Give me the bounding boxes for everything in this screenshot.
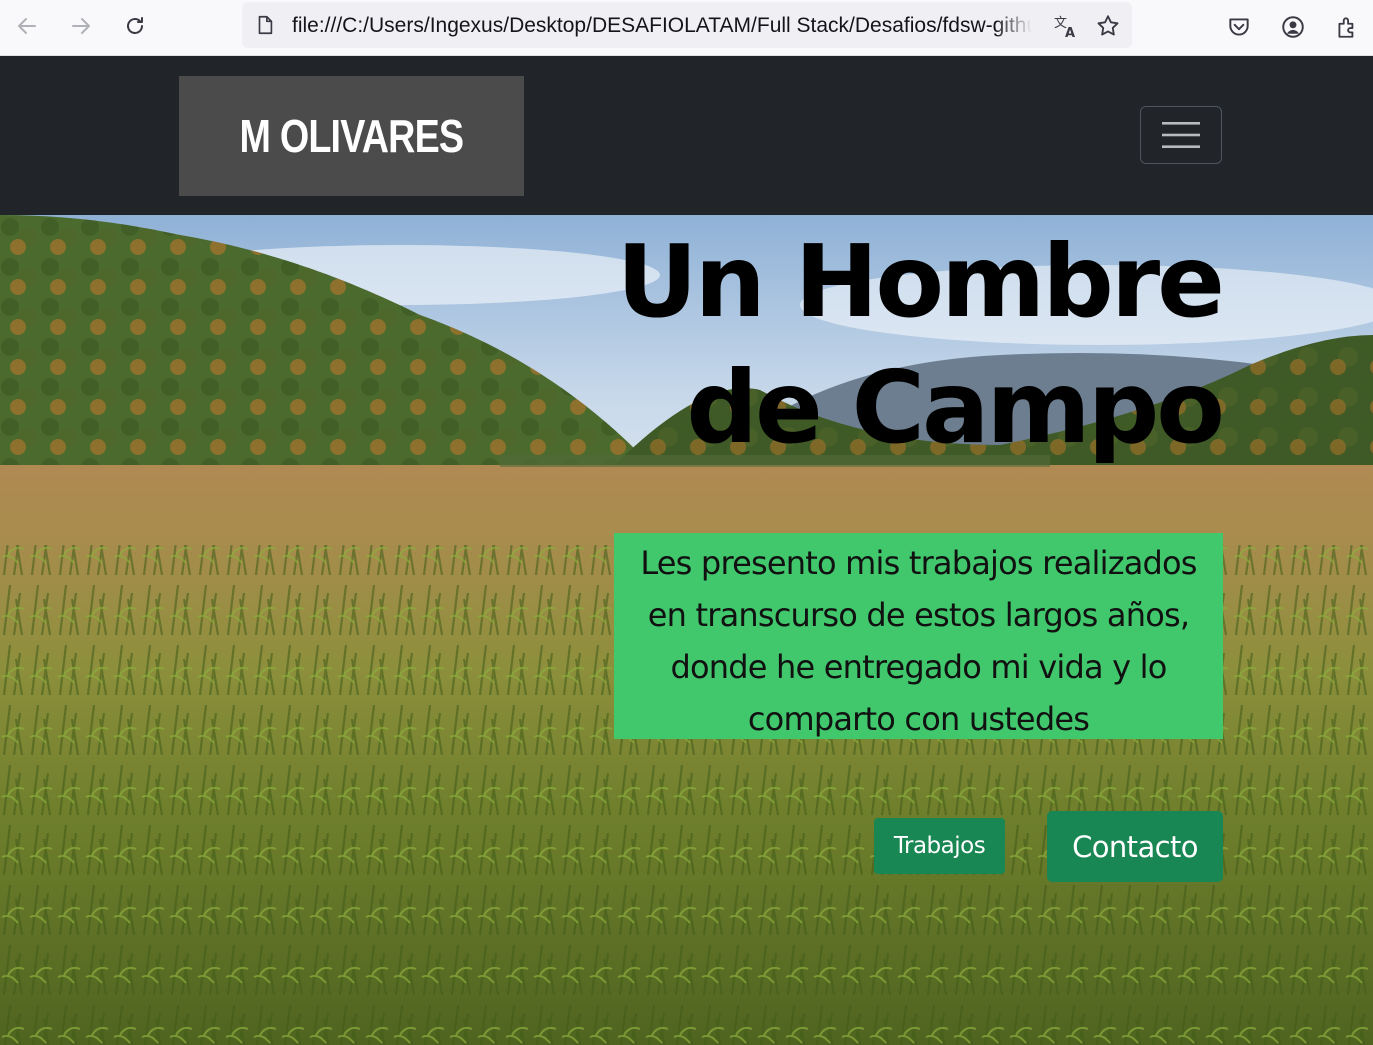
site-navbar: M OLIVARES bbox=[0, 56, 1373, 215]
url-text[interactable]: file:///C:/Users/Ingexus/Desktop/DESAFIO… bbox=[292, 14, 1032, 40]
brand-text: M OLIVARES bbox=[239, 110, 465, 162]
hero-title-line1: Un Hombre bbox=[616, 223, 1225, 340]
contacto-button[interactable]: Contacto bbox=[1047, 811, 1223, 882]
back-icon bbox=[18, 18, 36, 34]
bookmark-star-icon bbox=[1097, 15, 1119, 36]
pocket-button[interactable] bbox=[1222, 10, 1256, 44]
account-icon bbox=[1282, 16, 1304, 38]
hero-section: Un Hombre de Campo Les presento mis trab… bbox=[0, 215, 1373, 1045]
url-bar[interactable]: file:///C:/Users/Ingexus/Desktop/DESAFIO… bbox=[242, 2, 1132, 48]
account-button[interactable] bbox=[1276, 10, 1310, 44]
forward-icon bbox=[72, 18, 90, 34]
reload-button[interactable] bbox=[116, 8, 154, 44]
page-icon bbox=[258, 15, 273, 35]
brand-logo[interactable]: M OLIVARES bbox=[179, 76, 524, 196]
hero-title: Un Hombre de Campo bbox=[522, 219, 1225, 471]
hero-title-line2: de Campo bbox=[686, 349, 1225, 466]
back-button[interactable] bbox=[8, 8, 46, 44]
reload-icon bbox=[127, 17, 143, 34]
pocket-icon bbox=[1229, 18, 1249, 36]
trabajos-button[interactable]: Trabajos bbox=[874, 818, 1005, 874]
hamburger-icon bbox=[1162, 122, 1200, 148]
svg-text:A: A bbox=[1065, 26, 1075, 39]
bookmark-button[interactable] bbox=[1094, 12, 1122, 40]
forward-button[interactable] bbox=[62, 8, 100, 44]
extensions-icon bbox=[1338, 17, 1354, 38]
extensions-button[interactable] bbox=[1330, 10, 1364, 44]
browser-toolbar: file:///C:/Users/Ingexus/Desktop/DESAFIO… bbox=[0, 0, 1373, 56]
navbar-toggler-button[interactable] bbox=[1140, 106, 1222, 164]
hero-intro-text: Les presento mis trabajos realizados en … bbox=[614, 533, 1223, 739]
translate-icon: 文A bbox=[1054, 16, 1075, 39]
translate-button[interactable]: 文A bbox=[1052, 12, 1080, 40]
